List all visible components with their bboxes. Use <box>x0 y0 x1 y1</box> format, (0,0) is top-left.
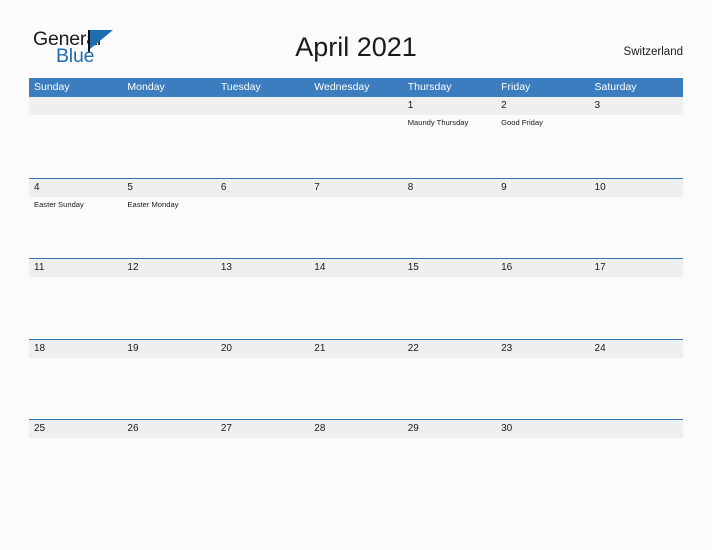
day-cell[interactable]: 15 <box>403 259 496 338</box>
day-cell[interactable]: 19 <box>122 340 215 419</box>
page-header: General Blue April 2021 Switzerland <box>0 0 712 76</box>
day-number: 4 <box>34 181 40 193</box>
day-number: 3 <box>594 100 601 111</box>
day-cell[interactable]: 6 <box>216 179 309 258</box>
day-number: 21 <box>314 342 326 354</box>
day-cell[interactable]: 18 <box>29 340 122 419</box>
weekday-header-row: Sunday Monday Tuesday Wednesday Thursday… <box>29 78 683 97</box>
day-number: 17 <box>594 262 606 273</box>
day-number: 22 <box>407 342 419 354</box>
day-cell[interactable]: 7 <box>309 179 402 258</box>
weekday-header-thursday: Thursday <box>407 81 452 93</box>
week-row: 11 12 13 14 15 16 17 <box>29 258 683 339</box>
week-row: 25 26 27 28 29 30 <box>29 419 683 500</box>
day-event: Good Friday <box>501 118 543 127</box>
day-cell[interactable]: 9 <box>496 179 589 258</box>
day-number: 8 <box>407 181 414 193</box>
weekday-header-sunday: Sunday <box>34 81 70 93</box>
day-cell[interactable]: 21 <box>309 340 402 419</box>
day-number: 14 <box>314 262 326 273</box>
week-row: 1 Maundy Thursday 2 Good Friday 3 <box>29 97 683 178</box>
day-number: 1 <box>407 100 414 111</box>
day-cell[interactable]: 4 Easter Sunday <box>29 179 122 258</box>
day-cell[interactable]: 3 <box>590 97 683 176</box>
day-number: 28 <box>314 423 326 434</box>
weekday-header-tuesday: Tuesday <box>220 81 261 93</box>
day-number <box>221 97 309 115</box>
day-cell[interactable]: 25 <box>29 420 122 499</box>
day-cell[interactable] <box>309 97 402 176</box>
day-cell[interactable]: 13 <box>216 259 309 338</box>
day-number <box>127 97 215 115</box>
day-cell[interactable]: 16 <box>496 259 589 338</box>
day-number: 25 <box>34 423 46 434</box>
day-number: 5 <box>127 181 133 193</box>
day-number: 9 <box>501 181 507 193</box>
day-cell[interactable]: 22 <box>403 340 496 419</box>
day-number <box>314 97 402 115</box>
country-label: Switzerland <box>623 46 683 58</box>
day-number: 26 <box>127 423 139 434</box>
day-cell[interactable]: 12 <box>122 259 215 338</box>
day-cell[interactable]: 8 <box>403 179 496 258</box>
day-number: 20 <box>220 342 232 354</box>
day-number: 29 <box>407 423 419 434</box>
day-cell[interactable]: 30 <box>496 420 589 499</box>
day-number: 7 <box>314 181 320 193</box>
day-number <box>595 420 683 438</box>
weekday-header-monday: Monday <box>127 81 165 93</box>
day-cell[interactable]: 29 <box>403 420 496 499</box>
day-cell[interactable] <box>122 97 215 176</box>
calendar-page: General Blue April 2021 Switzerland Sund… <box>0 0 712 550</box>
day-number: 27 <box>220 423 232 434</box>
day-cell[interactable]: 28 <box>309 420 402 499</box>
day-cell[interactable]: 5 Easter Monday <box>122 179 215 258</box>
day-cell[interactable]: 2 Good Friday <box>496 97 589 176</box>
weekday-header-friday: Friday <box>501 81 531 93</box>
weekday-header-saturday: Saturday <box>594 81 637 93</box>
day-number: 16 <box>501 262 513 273</box>
day-cell[interactable]: 24 <box>590 340 683 419</box>
day-number: 13 <box>220 262 232 273</box>
day-number: 19 <box>127 342 139 354</box>
day-event: Maundy Thursday <box>407 118 469 127</box>
day-cell[interactable]: 20 <box>216 340 309 419</box>
day-cell[interactable]: 14 <box>309 259 402 338</box>
day-number: 23 <box>501 342 513 354</box>
day-number: 11 <box>34 262 45 273</box>
day-cell[interactable]: 27 <box>216 420 309 499</box>
day-number <box>34 97 122 115</box>
day-cell[interactable] <box>590 420 683 499</box>
calendar-grid: Sunday Monday Tuesday Wednesday Thursday… <box>29 78 683 500</box>
page-title: April 2021 <box>295 32 417 62</box>
day-number: 2 <box>501 100 507 111</box>
day-cell[interactable]: 10 <box>590 179 683 258</box>
day-number: 30 <box>501 423 513 434</box>
day-event: Easter Sunday <box>34 199 84 209</box>
weekday-header-wednesday: Wednesday <box>314 81 370 93</box>
week-row: 4 Easter Sunday 5 Easter Monday 6 7 8 9 … <box>29 177 683 259</box>
day-cell[interactable] <box>29 97 122 176</box>
day-number: 12 <box>127 262 139 273</box>
day-number: 6 <box>220 181 227 193</box>
day-number: 15 <box>407 262 419 273</box>
day-number: 18 <box>34 342 46 354</box>
day-number: 24 <box>594 342 606 354</box>
week-row: 18 19 20 21 22 23 24 <box>29 338 683 420</box>
day-cell[interactable]: 23 <box>496 340 589 419</box>
day-cell[interactable]: 1 Maundy Thursday <box>403 97 496 176</box>
day-cell[interactable]: 11 <box>29 259 122 338</box>
day-cell[interactable]: 17 <box>590 259 683 338</box>
day-number: 10 <box>594 181 606 193</box>
day-event: Easter Monday <box>127 199 179 209</box>
day-cell[interactable] <box>216 97 309 176</box>
day-cell[interactable]: 26 <box>122 420 215 499</box>
